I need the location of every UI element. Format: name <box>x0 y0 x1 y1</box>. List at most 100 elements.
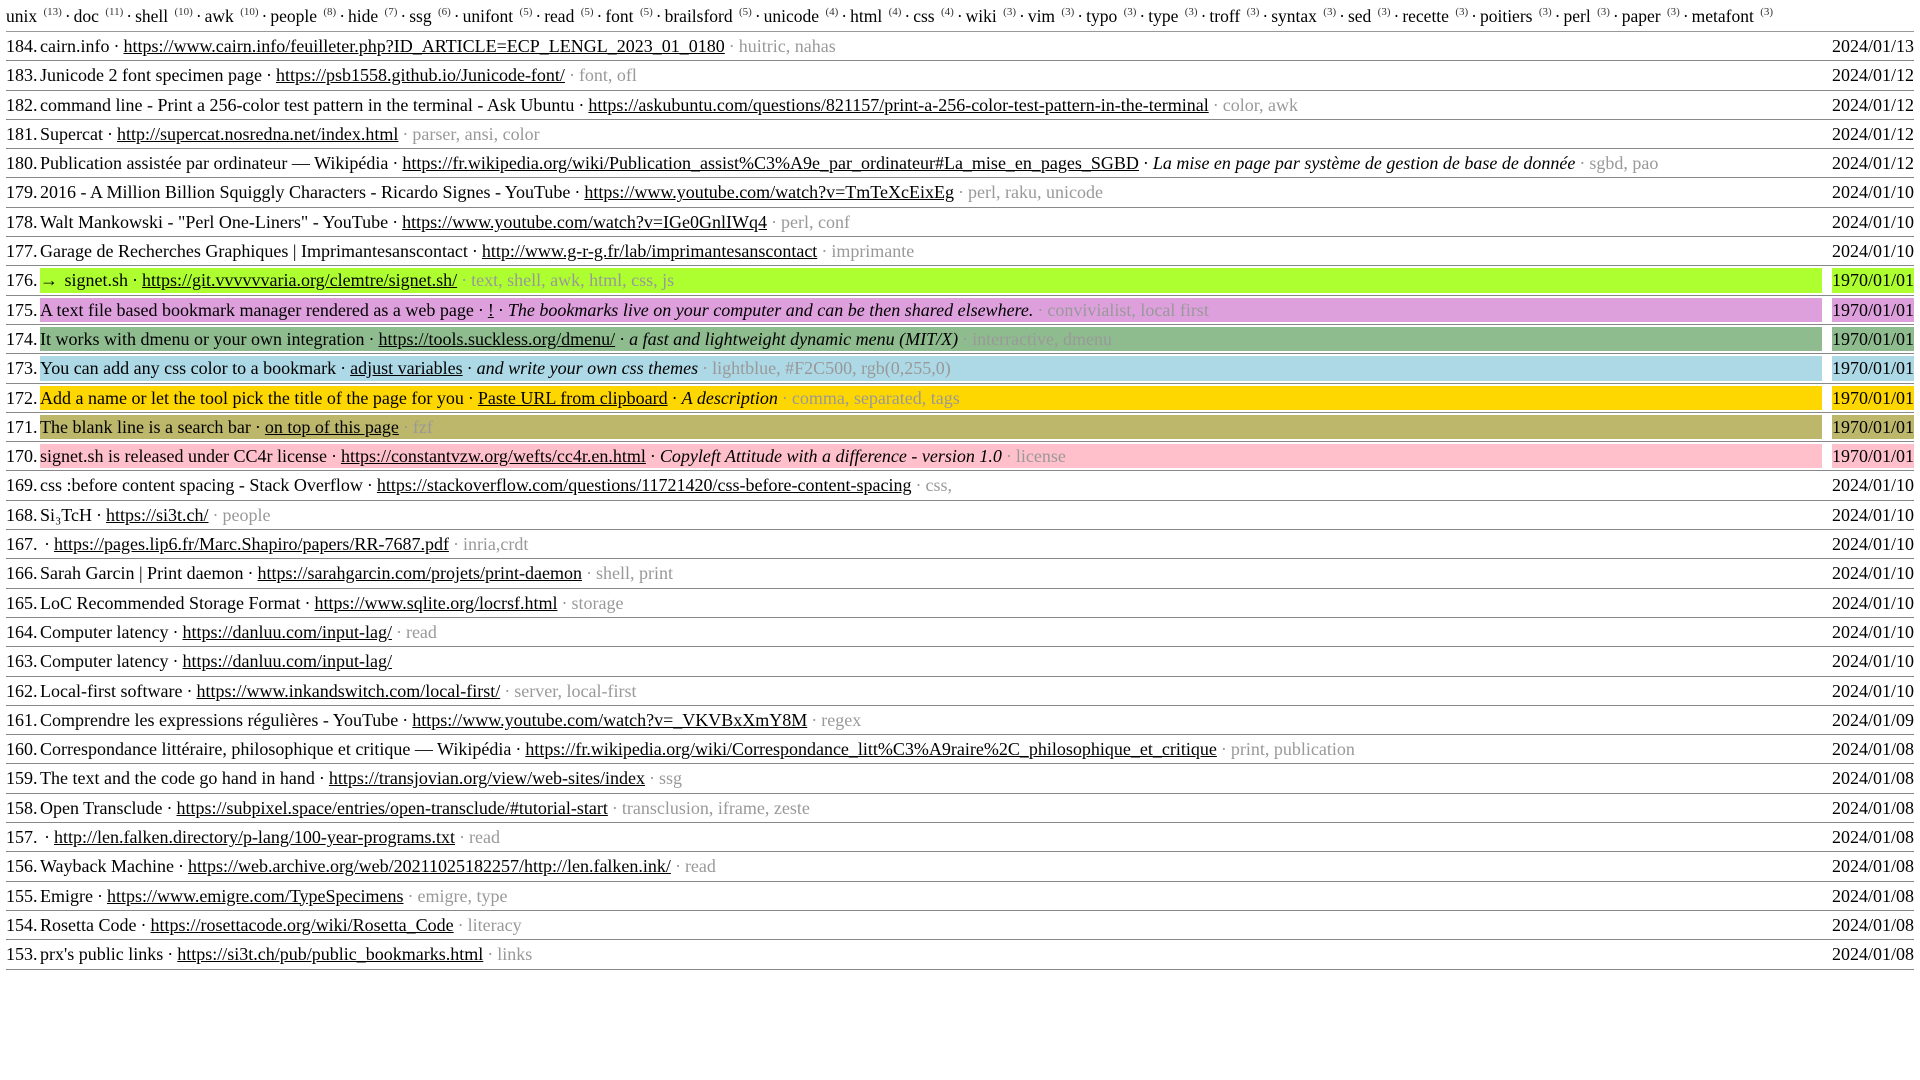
tag-metafont[interactable]: metafont (3) <box>1692 6 1773 26</box>
bookmark-url[interactable]: https://stackoverflow.com/questions/1172… <box>377 475 912 495</box>
separator-dot: · <box>319 768 325 788</box>
bookmark-name: It works with dmenu or your own integrat… <box>40 329 364 349</box>
tag-css[interactable]: css (4) <box>913 6 954 26</box>
bookmark-name: Add a name or let the tool pick the titl… <box>40 388 464 408</box>
bookmark-url[interactable]: https://git.vvvvvvaria.org/clemtre/signe… <box>142 270 457 290</box>
tag-perl[interactable]: perl (3) <box>1564 6 1610 26</box>
bookmark-url[interactable]: https://transjovian.org/view/web-sites/i… <box>329 768 645 788</box>
bookmark-url[interactable]: https://si3t.ch/pub/public_bookmarks.htm… <box>177 944 483 964</box>
bookmark-name: Correspondance littéraire, philosophique… <box>40 739 511 759</box>
separator-dot: · <box>574 182 580 202</box>
bookmark-url[interactable]: https://www.cairn.info/feuilleter.php?ID… <box>123 36 724 56</box>
bookmark-url[interactable]: https://www.sqlite.org/locrsf.html <box>314 593 557 613</box>
separator-dot: · <box>675 856 681 876</box>
tag-ssg[interactable]: ssg (6) <box>409 6 451 26</box>
row-number: 170 <box>6 444 36 468</box>
tag-read[interactable]: read (5) <box>544 6 593 26</box>
bookmark-url[interactable]: https://www.youtube.com/watch?v=TmTeXcEi… <box>584 182 954 202</box>
bookmark-url[interactable]: https://psb1558.github.io/Junicode-font/ <box>276 65 565 85</box>
bookmark-url[interactable]: https://www.emigre.com/TypeSpecimens <box>107 886 404 906</box>
bookmark-url[interactable]: http://supercat.nosredna.net/index.html <box>117 124 398 144</box>
separator-dot: · <box>248 563 254 583</box>
row-content: Emigre·https://www.emigre.com/TypeSpecim… <box>40 884 1822 908</box>
bookmark-row: 164Computer latency·https://danluu.com/i… <box>6 618 1914 647</box>
tag-type[interactable]: type (3) <box>1148 6 1197 26</box>
separator-dot: · <box>453 534 459 554</box>
bookmark-tags: huitric, nahas <box>739 36 836 56</box>
tag-people[interactable]: people (8) <box>270 6 336 26</box>
tag-troff[interactable]: troff (3) <box>1209 6 1259 26</box>
tag-html[interactable]: html (4) <box>850 6 901 26</box>
bookmark-url[interactable]: https://danluu.com/input-lag/ <box>182 622 391 642</box>
tag-sed[interactable]: sed (3) <box>1348 6 1391 26</box>
bookmark-list: 184cairn.info·https://www.cairn.info/feu… <box>6 32 1914 970</box>
bookmark-url[interactable]: http://www.g-r-g.fr/lab/imprimantesansco… <box>482 241 817 261</box>
bookmark-url[interactable]: https://subpixel.space/entries/open-tran… <box>177 798 608 818</box>
row-number: 166 <box>6 561 36 585</box>
bookmark-tags: read <box>469 827 500 847</box>
bookmark-url[interactable]: https://www.youtube.com/watch?v=_VKVBxXm… <box>412 710 807 730</box>
tag-awk[interactable]: awk (10) <box>205 6 259 26</box>
bookmark-tags: literacy <box>468 915 522 935</box>
tag-count: (5) <box>640 6 653 18</box>
tag-label: shell <box>135 6 168 26</box>
bookmark-date: 2024/01/10 <box>1832 239 1914 263</box>
tag-recette[interactable]: recette (3) <box>1402 6 1468 26</box>
bookmark-url[interactable]: https://rosettacode.org/wiki/Rosetta_Cod… <box>151 915 454 935</box>
tag-separator: · <box>126 6 132 26</box>
bookmark-name: You can add any css color to a bookmark <box>40 358 336 378</box>
bookmark-url[interactable]: https://sarahgarcin.com/projets/print-da… <box>258 563 582 583</box>
row-number: 181 <box>6 122 36 146</box>
bookmark-url[interactable]: https://askubuntu.com/questions/821157/p… <box>588 95 1208 115</box>
tag-paper[interactable]: paper (3) <box>1622 6 1680 26</box>
bookmark-date: 2024/01/12 <box>1832 151 1914 175</box>
bookmark-url[interactable]: https://danluu.com/input-lag/ <box>182 651 391 671</box>
tag-vim[interactable]: vim (3) <box>1028 6 1074 26</box>
separator-dot: · <box>578 95 584 115</box>
tag-count: (3) <box>1539 6 1552 18</box>
bookmark-url[interactable]: http://len.falken.directory/p-lang/100-y… <box>54 827 455 847</box>
bookmark-url[interactable]: ! <box>488 300 494 320</box>
bookmark-name: signet.sh <box>65 270 129 290</box>
bookmark-url[interactable]: https://si3t.ch/ <box>106 505 209 525</box>
row-number: 156 <box>6 854 36 878</box>
bookmark-url[interactable]: https://www.inkandswitch.com/local-first… <box>196 681 500 701</box>
bookmark-url[interactable]: https://pages.lip6.fr/Marc.Shapiro/paper… <box>54 534 449 554</box>
bookmark-url[interactable]: https://fr.wikipedia.org/wiki/Publicatio… <box>402 153 1139 173</box>
bookmark-row: 182command line - Print a 256-color test… <box>6 91 1914 120</box>
tag-unifont[interactable]: unifont (5) <box>463 6 533 26</box>
tag-separator: · <box>1201 6 1207 26</box>
separator-dot: · <box>1221 739 1227 759</box>
tag-wiki[interactable]: wiki (3) <box>966 6 1016 26</box>
bookmark-date: 1970/01/01 <box>1832 415 1914 439</box>
tag-hide[interactable]: hide (7) <box>348 6 397 26</box>
row-number: 153 <box>6 942 36 966</box>
tag-separator: · <box>400 6 406 26</box>
tag-typo[interactable]: typo (3) <box>1086 6 1136 26</box>
tag-syntax[interactable]: syntax (3) <box>1271 6 1336 26</box>
tag-brailsford[interactable]: brailsford (5) <box>665 6 752 26</box>
bookmark-url[interactable]: https://www.youtube.com/watch?v=IGe0GnlI… <box>402 212 767 232</box>
bookmark-row: 162Local-first software·https://www.inka… <box>6 677 1914 706</box>
tag-poitiers[interactable]: poitiers (3) <box>1480 6 1552 26</box>
bookmark-url[interactable]: https://tools.suckless.org/dmenu/ <box>378 329 615 349</box>
row-number: 171 <box>6 415 36 439</box>
row-number: 182 <box>6 93 36 117</box>
bookmark-url[interactable]: https://constantvzw.org/wefts/cc4r.en.ht… <box>341 446 646 466</box>
tag-doc[interactable]: doc (11) <box>74 6 124 26</box>
bookmark-url[interactable]: on top of this page <box>265 417 399 437</box>
tag-unix[interactable]: unix (13) <box>6 6 62 26</box>
separator-dot: · <box>782 388 788 408</box>
bookmark-url[interactable]: https://web.archive.org/web/202110251822… <box>188 856 671 876</box>
bookmark-url[interactable]: adjust variables <box>350 358 462 378</box>
bookmark-url[interactable]: https://fr.wikipedia.org/wiki/Correspond… <box>525 739 1217 759</box>
bookmark-name: Supercat <box>40 124 103 144</box>
bookmark-url[interactable]: Paste URL from clipboard <box>478 388 668 408</box>
bookmark-row: 154Rosetta Code·https://rosettacode.org/… <box>6 911 1914 940</box>
separator-dot: · <box>771 212 777 232</box>
tag-unicode[interactable]: unicode (4) <box>764 6 839 26</box>
tag-font[interactable]: font (5) <box>605 6 652 26</box>
bookmark-row: 169css :before content spacing - Stack O… <box>6 471 1914 500</box>
tag-separator: · <box>1019 6 1025 26</box>
tag-shell[interactable]: shell (10) <box>135 6 193 26</box>
